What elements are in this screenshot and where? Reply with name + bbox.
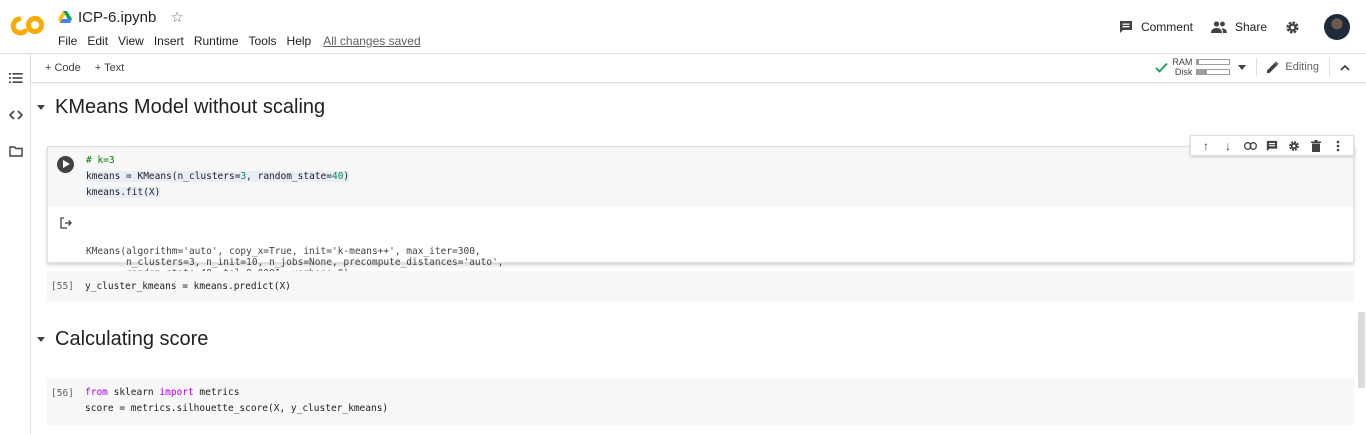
section-title: KMeans Model without scaling xyxy=(55,96,326,118)
ram-usage-fill xyxy=(1197,60,1199,64)
share-button[interactable]: Share xyxy=(1210,20,1267,34)
more-vert-icon[interactable] xyxy=(1331,139,1345,153)
code-line: kmeans = KMeans(n_clusters=3, random_sta… xyxy=(86,169,1353,185)
runtime-status: RAM Disk Editing xyxy=(1155,57,1350,77)
run-cell-button[interactable] xyxy=(57,156,74,173)
code-token: kmeans = KMeans(n_clusters=3, random_sta… xyxy=(86,171,350,182)
comment-button[interactable]: Comment xyxy=(1119,20,1193,34)
share-label: Share xyxy=(1234,20,1267,34)
left-sidebar xyxy=(0,54,31,434)
delete-icon[interactable] xyxy=(1309,139,1323,153)
table-of-contents-icon[interactable] xyxy=(9,71,23,85)
comment-icon[interactable] xyxy=(1265,139,1279,153)
code-line: score = metrics.silhouette_score(X, y_cl… xyxy=(85,401,1354,417)
editing-label: Editing xyxy=(1285,61,1319,73)
ram-label: RAM xyxy=(1172,57,1193,67)
chevron-down-icon[interactable] xyxy=(1238,64,1247,70)
menu-insert[interactable]: Insert xyxy=(154,34,184,48)
menu-view[interactable]: View xyxy=(118,34,144,48)
star-icon[interactable]: ☆ xyxy=(170,8,183,26)
link-icon[interactable] xyxy=(1243,139,1257,153)
saved-status[interactable]: All changes saved xyxy=(323,34,420,48)
code-text: score = metrics.silhouette_score(X, y_cl… xyxy=(85,403,389,414)
menu-tools[interactable]: Tools xyxy=(249,34,277,48)
execution-count: [55] xyxy=(51,281,74,292)
disk-usage-fill xyxy=(1197,70,1207,74)
code-keyword: import xyxy=(159,387,194,398)
disk-usage-bar xyxy=(1196,69,1231,75)
code-line: # k=3 xyxy=(86,153,1353,169)
menu-help[interactable]: Help xyxy=(287,34,312,48)
code-line: kmeans.fit(X) xyxy=(86,185,1353,201)
menu-file[interactable]: File xyxy=(58,34,77,48)
add-code-button[interactable]: + Code xyxy=(45,62,81,74)
section-heading[interactable]: KMeans Model without scaling xyxy=(37,96,325,119)
code-keyword: from xyxy=(85,387,108,398)
code-text: kmeans.fit(X) xyxy=(86,187,161,198)
disk-label: Disk xyxy=(1174,67,1193,77)
gear-icon xyxy=(1286,20,1299,34)
colab-logo[interactable] xyxy=(10,10,46,42)
comment-label: Comment xyxy=(1140,20,1193,34)
menu-bar: File Edit View Insert Runtime Tools Help… xyxy=(58,34,431,48)
code-number: 40 xyxy=(331,171,344,182)
add-text-button[interactable]: + Text xyxy=(95,62,124,74)
header-actions: Comment Share xyxy=(1101,14,1350,40)
title-row: ICP-6.ipynb ☆ xyxy=(58,8,184,26)
notebook-content: KMeans Model without scaling # k=3 kmean… xyxy=(31,83,1366,434)
ram-usage-bar xyxy=(1196,59,1231,65)
top-bar: ICP-6.ipynb ☆ File Edit View Insert Runt… xyxy=(0,0,1366,54)
code-editor[interactable]: from sklearn import metrics score = metr… xyxy=(47,379,1354,417)
code-text: y_cluster_kmeans = kmeans.predict(X) xyxy=(85,281,291,292)
notebook-toolbar: + Code + Text RAM Disk Editing xyxy=(31,54,1366,83)
files-folder-icon[interactable] xyxy=(9,144,23,158)
settings-button[interactable] xyxy=(1285,20,1308,35)
execution-count: [56] xyxy=(51,388,74,399)
code-cell-active[interactable]: # k=3 kmeans = KMeans(n_clusters=3, rand… xyxy=(47,146,1354,279)
code-text: metrics xyxy=(193,387,240,398)
ram-disk-labels: RAM Disk xyxy=(1172,57,1192,77)
scrollbar-thumb[interactable] xyxy=(1358,312,1365,388)
share-people-icon xyxy=(1210,21,1227,33)
code-comment: # k=3 xyxy=(86,155,115,166)
menu-edit[interactable]: Edit xyxy=(87,34,108,48)
connected-check-icon xyxy=(1155,62,1169,73)
move-down-icon[interactable]: ↓ xyxy=(1221,139,1235,153)
cell-toolbar: ↑ ↓ xyxy=(1190,135,1354,156)
toolbar-divider xyxy=(1329,58,1330,76)
collapse-caret-icon[interactable] xyxy=(37,337,45,342)
code-line: from sklearn import metrics xyxy=(85,385,1354,401)
collapse-header-icon[interactable] xyxy=(1340,64,1350,71)
code-text: , random_state= xyxy=(246,171,332,182)
toolbar-divider xyxy=(1256,58,1258,76)
code-cell[interactable]: [56] from sklearn import metrics score =… xyxy=(47,379,1354,425)
usage-bars xyxy=(1196,57,1231,77)
code-text: kmeans = KMeans(n_clusters= xyxy=(86,171,241,182)
code-editor[interactable]: # k=3 kmeans = KMeans(n_clusters=3, rand… xyxy=(48,147,1353,207)
pencil-icon xyxy=(1267,61,1279,73)
drive-icon xyxy=(58,11,72,23)
avatar[interactable] xyxy=(1324,14,1350,40)
gear-icon[interactable] xyxy=(1287,139,1301,153)
move-up-icon[interactable]: ↑ xyxy=(1199,139,1213,153)
code-text: sklearn xyxy=(107,387,160,398)
output-clear-icon[interactable] xyxy=(60,217,72,229)
notebook-title[interactable]: ICP-6.ipynb xyxy=(78,9,156,26)
code-text: ) xyxy=(343,171,350,182)
editing-mode-button[interactable]: Editing xyxy=(1267,61,1319,73)
section-title: Calculating score xyxy=(55,328,209,350)
insert-actions: + Code + Text xyxy=(45,62,138,74)
collapse-caret-icon[interactable] xyxy=(37,105,45,110)
menu-runtime[interactable]: Runtime xyxy=(194,34,239,48)
code-cell[interactable]: [55] y_cluster_kmeans = kmeans.predict(X… xyxy=(47,271,1354,302)
code-editor[interactable]: y_cluster_kmeans = kmeans.predict(X) xyxy=(47,271,1354,292)
code-snippets-icon[interactable] xyxy=(9,108,23,122)
comment-icon xyxy=(1119,21,1132,33)
section-heading[interactable]: Calculating score xyxy=(37,328,208,351)
resources-indicator[interactable]: RAM Disk xyxy=(1155,57,1247,77)
